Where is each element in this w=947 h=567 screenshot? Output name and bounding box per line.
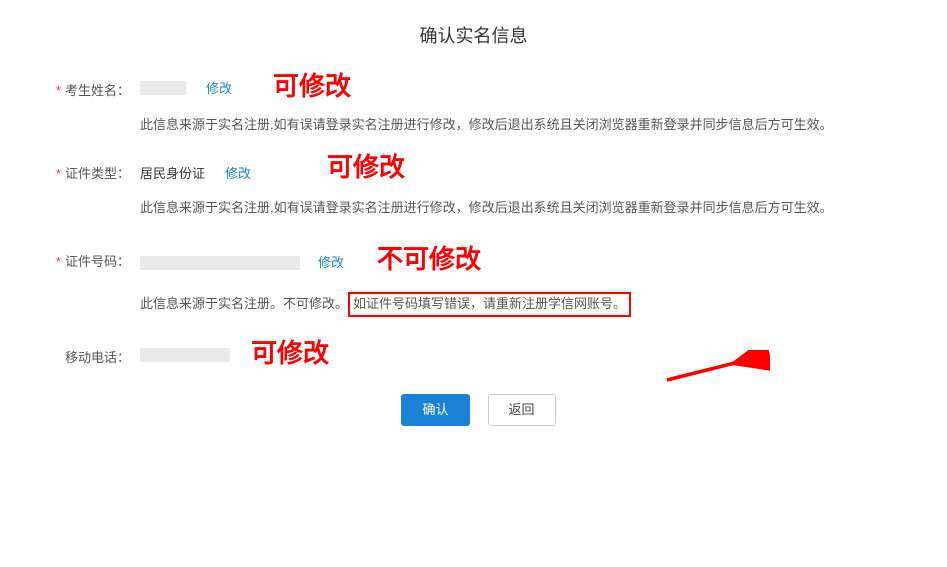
hint-idtype: 此信息来源于实名注册,如有误请登录实名注册进行修改，修改后退出系统且关闭浏览器重… <box>30 198 927 219</box>
annotation-name: 可修改 <box>273 74 351 100</box>
label-idtype: * 证件类型： <box>30 163 130 182</box>
idtype-value-text: 居民身份证 <box>140 163 205 182</box>
confirm-button[interactable]: 确认 <box>401 394 469 427</box>
value-name: 修改 <box>130 78 232 97</box>
annotation-idnum: 不可修改 <box>377 247 481 273</box>
label-idnum-text: 证件号码： <box>65 254 130 269</box>
hint-idnum-prefix: 此信息来源于实名注册。不可修改。 <box>140 296 348 311</box>
annotation-phone: 可修改 <box>251 341 329 367</box>
row-name: *考生姓名： 修改 可修改 <box>30 78 927 99</box>
edit-idtype-link[interactable]: 修改 <box>225 163 251 182</box>
row-idnum: * 证件号码： 修改 不可修改 <box>30 247 927 276</box>
required-star: * <box>56 254 61 269</box>
button-row: 确认 返回 <box>30 394 927 427</box>
edit-idnum-link[interactable]: 修改 <box>318 251 346 276</box>
label-idnum: * 证件号码： <box>30 247 130 270</box>
value-idnum: 修改 <box>130 247 346 276</box>
page-title: 确认实名信息 <box>0 0 947 78</box>
label-idtype-text: 证件类型： <box>65 166 130 181</box>
required-star: * <box>56 83 61 98</box>
hint-idnum: 此信息来源于实名注册。不可修改。如证件号码填写错误，请重新注册学信网账号。 <box>30 292 927 317</box>
required-star: * <box>56 166 61 181</box>
edit-name-link[interactable]: 修改 <box>206 78 232 97</box>
row-phone: 移动电话： 可修改 <box>30 347 927 366</box>
idnum-redacted <box>140 256 300 270</box>
annotation-idtype: 可修改 <box>327 155 405 181</box>
value-idtype: 居民身份证 修改 <box>130 163 251 182</box>
hint-idnum-boxed: 如证件号码填写错误，请重新注册学信网账号。 <box>348 292 631 317</box>
label-name-text: 考生姓名： <box>65 83 130 98</box>
phone-redacted <box>140 348 230 362</box>
value-phone <box>130 348 230 362</box>
row-idtype: *证件类型： 居民身份证 修改 可修改 <box>30 163 927 182</box>
label-phone: 移动电话： <box>30 347 130 366</box>
label-name: * 考生姓名： <box>30 80 130 99</box>
name-redacted <box>140 81 186 95</box>
label-phone-text: 移动电话： <box>65 350 130 365</box>
hint-name: 此信息来源于实名注册,如有误请登录实名注册进行修改，修改后退出系统且关闭浏览器重… <box>30 115 927 136</box>
form-area: * 考生姓名： 修改 可修改 此信息来源于实名注册,如有误请登录实名注册进行修改，… <box>0 78 947 426</box>
back-button[interactable]: 返回 <box>488 394 556 427</box>
